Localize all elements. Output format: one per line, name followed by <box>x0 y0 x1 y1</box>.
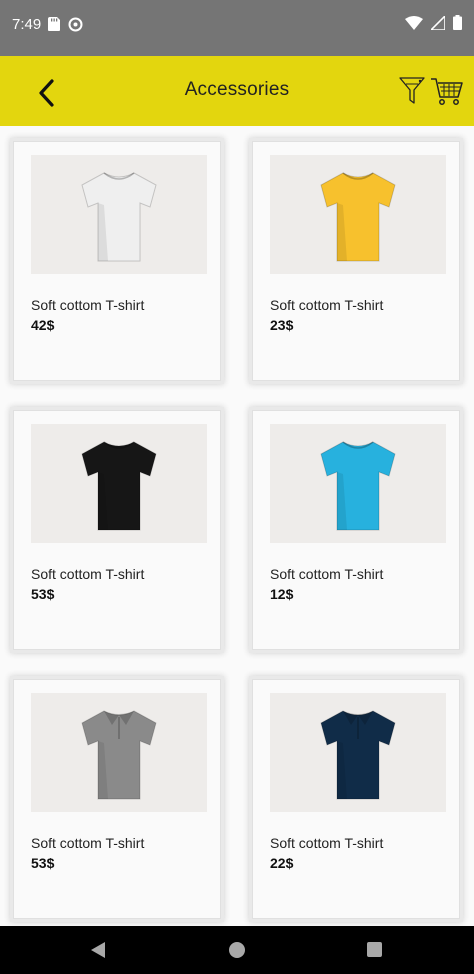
tshirt-icon <box>81 440 157 530</box>
status-time: 7:49 <box>12 16 42 33</box>
battery-icon <box>453 15 462 30</box>
sd-card-icon <box>48 17 60 31</box>
product-image <box>31 693 207 812</box>
product-card[interactable]: Soft cottom T-shirt 53$ <box>13 410 221 650</box>
status-bar: 7:49 <box>0 0 474 56</box>
product-name: Soft cottom T-shirt <box>31 835 145 851</box>
nav-back-icon[interactable] <box>90 941 106 959</box>
product-card[interactable]: Soft cottom T-shirt 12$ <box>252 410 460 650</box>
cart-icon <box>431 78 463 105</box>
product-card[interactable]: Soft cottom T-shirt 53$ <box>13 679 221 919</box>
product-price: 12$ <box>270 586 294 602</box>
signal-icon <box>431 15 445 30</box>
product-image <box>270 693 446 812</box>
product-price: 53$ <box>31 855 55 871</box>
product-price: 22$ <box>270 855 294 871</box>
navigation-bar <box>0 926 474 974</box>
tshirt-icon <box>320 171 396 261</box>
product-price: 42$ <box>31 317 55 333</box>
product-name: Soft cottom T-shirt <box>31 566 145 582</box>
nav-home-icon[interactable] <box>229 942 245 958</box>
product-name: Soft cottom T-shirt <box>270 566 384 582</box>
filter-icon <box>399 77 425 104</box>
product-card[interactable]: Soft cottom T-shirt 42$ <box>13 141 221 381</box>
product-name: Soft cottom T-shirt <box>270 297 384 313</box>
product-price: 23$ <box>270 317 294 333</box>
product-image <box>31 424 207 543</box>
tshirt-icon <box>320 440 396 530</box>
product-image <box>31 155 207 274</box>
status-left-icons <box>48 17 83 32</box>
filter-button[interactable] <box>398 75 428 107</box>
wifi-icon <box>405 15 423 30</box>
app-bar: Accessories <box>0 56 474 126</box>
product-price: 53$ <box>31 586 55 602</box>
polo-shirt-icon <box>81 709 157 799</box>
product-name: Soft cottom T-shirt <box>31 297 145 313</box>
product-image <box>270 424 446 543</box>
cart-button[interactable] <box>430 75 464 107</box>
product-card[interactable]: Soft cottom T-shirt 23$ <box>252 141 460 381</box>
nav-recents-icon[interactable] <box>367 942 382 957</box>
product-name: Soft cottom T-shirt <box>270 835 384 851</box>
tshirt-icon <box>81 171 157 261</box>
status-right-icons <box>405 15 462 30</box>
product-card[interactable]: Soft cottom T-shirt 22$ <box>252 679 460 919</box>
product-image <box>270 155 446 274</box>
polo-shirt-icon <box>320 709 396 799</box>
data-saver-icon <box>68 17 83 32</box>
product-grid: Soft cottom T-shirt 42$ Soft cottom T-sh… <box>0 126 474 926</box>
